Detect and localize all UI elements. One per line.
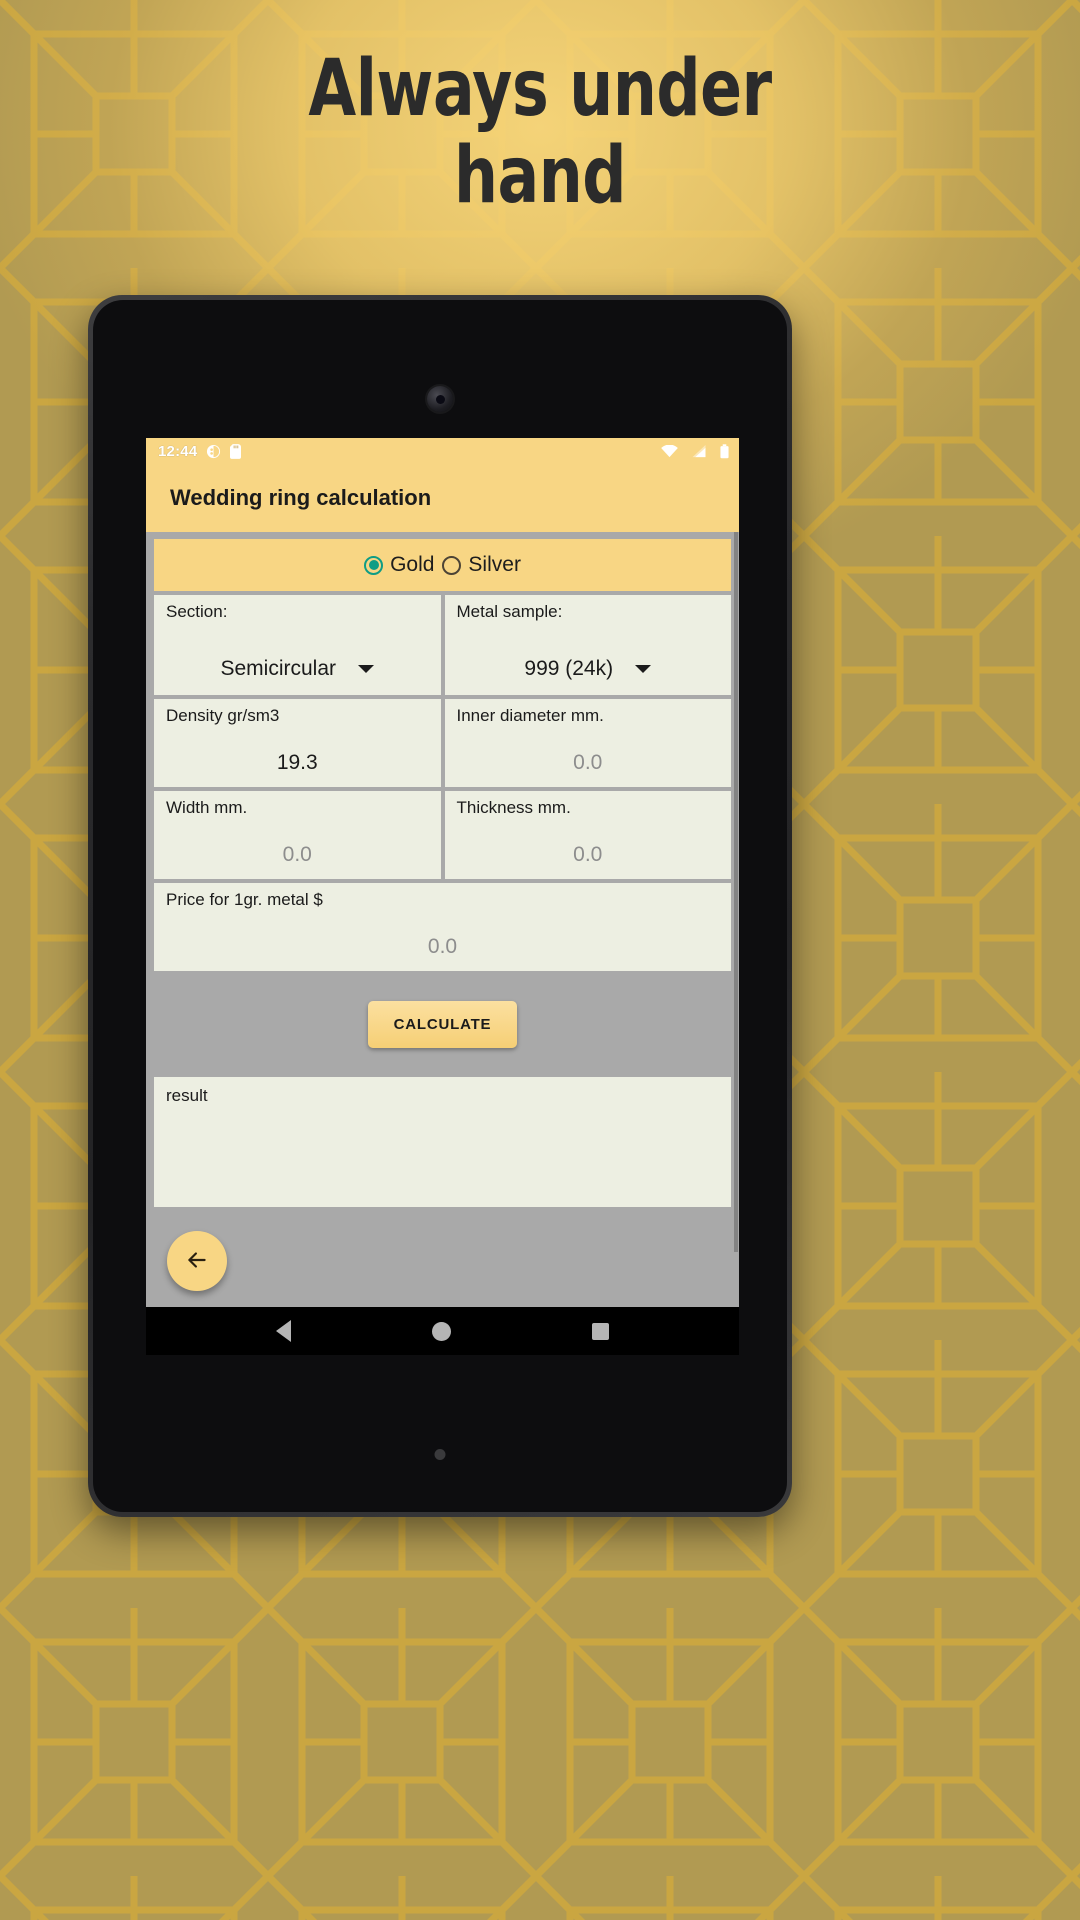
field-metal-sample-spinner[interactable]: 999 (24k) xyxy=(457,657,720,685)
metal-type-selector: Gold Silver xyxy=(154,539,731,591)
calculate-button-zone: CALCULATE xyxy=(154,975,731,1073)
field-price-input[interactable]: 0.0 xyxy=(166,935,719,961)
tablet-device-frame: 12:44 Wedding ring calculation Gold Silv… xyxy=(88,295,792,1517)
home-icon[interactable] xyxy=(431,1321,451,1341)
field-metal-sample[interactable]: Metal sample: 999 (24k) xyxy=(444,595,731,695)
field-width-input[interactable]: 0.0 xyxy=(166,843,429,869)
signal-icon xyxy=(691,444,707,458)
app-screen: 12:44 Wedding ring calculation Gold Silv… xyxy=(146,438,739,1355)
radio-silver-label: Silver xyxy=(468,553,521,576)
back-icon[interactable] xyxy=(276,1320,292,1342)
field-section[interactable]: Section: Semicircular xyxy=(154,595,441,695)
radio-option-gold[interactable]: Gold xyxy=(364,553,434,577)
recents-icon[interactable] xyxy=(591,1322,609,1340)
field-width[interactable]: Width mm. 0.0 xyxy=(154,791,441,879)
app-bar: Wedding ring calculation xyxy=(146,464,739,532)
promo-headline: Always under hand xyxy=(65,44,1015,222)
home-indicator-dot xyxy=(434,1449,446,1460)
battery-icon xyxy=(720,443,729,459)
screenshot-icon xyxy=(206,444,221,459)
sd-card-icon xyxy=(230,443,242,459)
field-density-label: Density gr/sm3 xyxy=(166,706,280,725)
field-price[interactable]: Price for 1gr. metal $ 0.0 xyxy=(154,883,731,971)
status-bar-right-icons xyxy=(652,443,729,459)
promo-headline-line-1: Always under xyxy=(308,44,772,134)
field-section-value: Semicircular xyxy=(220,657,337,680)
status-bar: 12:44 xyxy=(146,438,739,464)
field-metal-sample-value: 999 (24k) xyxy=(524,657,614,680)
calculate-button[interactable]: CALCULATE xyxy=(367,1000,518,1048)
back-fab-button[interactable] xyxy=(167,1231,227,1291)
field-row-section: Section: Semicircular Metal sample: 999 … xyxy=(154,595,731,695)
fab-zone xyxy=(154,1211,731,1307)
tablet-bezel: 12:44 Wedding ring calculation Gold Silv… xyxy=(93,300,787,1512)
field-row-price: Price for 1gr. metal $ 0.0 xyxy=(154,883,731,971)
chevron-down-icon xyxy=(358,665,375,673)
promo-page: Always under hand 12:44 Wedding ring cal… xyxy=(0,0,1080,1920)
field-density[interactable]: Density gr/sm3 19.3 xyxy=(154,699,441,787)
field-section-spinner[interactable]: Semicircular xyxy=(166,657,429,685)
wifi-icon xyxy=(661,444,678,458)
radio-gold-label: Gold xyxy=(390,553,435,576)
status-bar-clock: 12:44 xyxy=(158,442,198,460)
front-camera-icon xyxy=(427,386,453,412)
vertical-scrollbar[interactable] xyxy=(734,532,738,1252)
field-section-label: Section: xyxy=(166,602,228,621)
field-row-density: Density gr/sm3 19.3 Inner diameter mm. 0… xyxy=(154,699,731,787)
radio-gold-icon xyxy=(364,555,384,575)
android-nav-bar xyxy=(146,1307,739,1355)
field-row-width: Width mm. 0.0 Thickness mm. 0.0 xyxy=(154,791,731,879)
field-inner-diameter[interactable]: Inner diameter mm. 0.0 xyxy=(444,699,731,787)
app-bar-title: Wedding ring calculation xyxy=(170,485,432,510)
field-thickness-input[interactable]: 0.0 xyxy=(457,843,720,869)
radio-silver-icon xyxy=(442,555,462,575)
result-panel[interactable]: result xyxy=(154,1077,731,1207)
arrow-left-icon xyxy=(184,1247,210,1276)
app-content: Gold Silver Section: Semicircular Metal … xyxy=(146,532,739,1307)
field-thickness[interactable]: Thickness mm. 0.0 xyxy=(444,791,731,879)
field-thickness-label: Thickness mm. xyxy=(456,798,571,817)
field-inner-diameter-input[interactable]: 0.0 xyxy=(457,751,720,777)
field-price-label: Price for 1gr. metal $ xyxy=(166,890,323,909)
field-density-input[interactable]: 19.3 xyxy=(166,751,429,777)
promo-headline-line-2: hand xyxy=(453,131,627,222)
chevron-down-icon xyxy=(635,665,652,673)
field-width-label: Width mm. xyxy=(166,798,248,817)
field-metal-sample-label: Metal sample: xyxy=(456,602,563,621)
field-inner-diameter-label: Inner diameter mm. xyxy=(456,706,604,725)
result-label: result xyxy=(166,1086,208,1105)
radio-option-silver[interactable]: Silver xyxy=(442,553,521,577)
